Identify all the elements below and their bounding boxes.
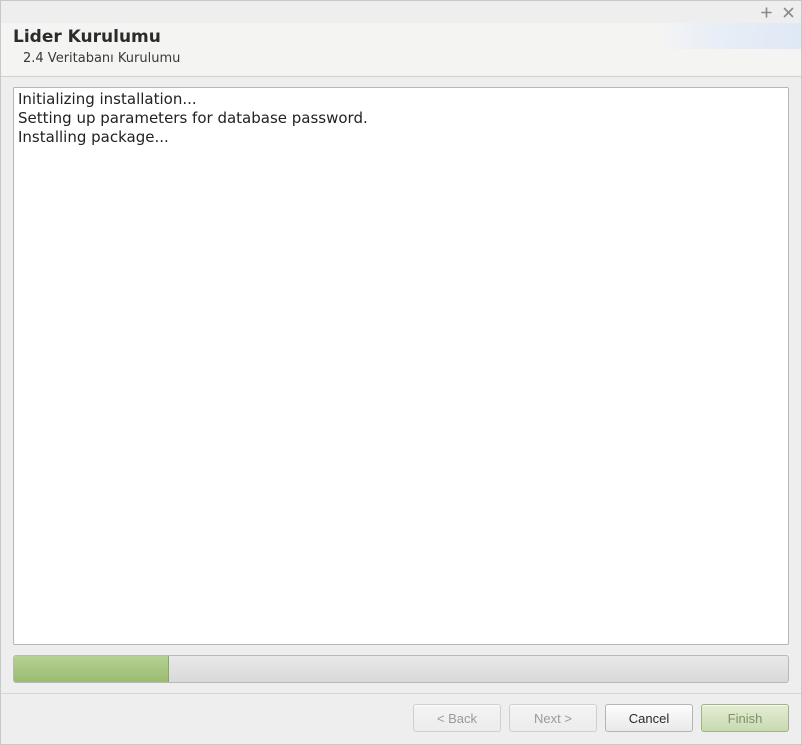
log-line: Setting up parameters for database passw… — [18, 109, 784, 128]
window-titlebar — [1, 1, 801, 23]
install-log[interactable]: Initializing installation...Setting up p… — [13, 87, 789, 645]
progress-bar — [13, 655, 789, 683]
log-line: Installing package... — [18, 128, 784, 147]
progress-fill — [14, 656, 169, 682]
wizard-content: Initializing installation...Setting up p… — [1, 77, 801, 693]
back-button[interactable]: < Back — [413, 704, 501, 732]
wizard-footer: < Back Next > Cancel Finish — [1, 693, 801, 744]
log-line: Initializing installation... — [18, 90, 784, 109]
wizard-subtitle: 2.4 Veritabanı Kurulumu — [23, 51, 789, 66]
wizard-header: Lider Kurulumu 2.4 Veritabanı Kurulumu — [1, 23, 801, 77]
cancel-button[interactable]: Cancel — [605, 704, 693, 732]
wizard-window: Lider Kurulumu 2.4 Veritabanı Kurulumu I… — [0, 0, 802, 745]
plus-icon[interactable] — [759, 5, 773, 19]
finish-button[interactable]: Finish — [701, 704, 789, 732]
header-accent — [661, 23, 801, 49]
next-button[interactable]: Next > — [509, 704, 597, 732]
close-icon[interactable] — [781, 5, 795, 19]
